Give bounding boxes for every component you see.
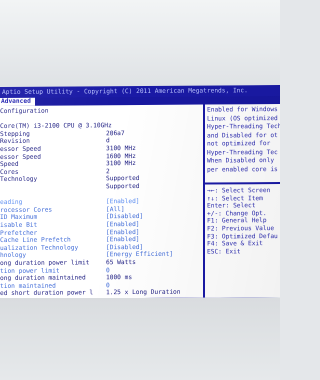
settings-panel: Configuration Core(TM) i3-2100 CPU @ 3.10… xyxy=(0,104,203,299)
photo-background-top xyxy=(0,0,280,86)
help-text-line: Hyper-Threading Tec xyxy=(207,148,278,157)
help-text-line: not optimized for xyxy=(207,140,271,148)
help-text-line: Linux (OS optimized xyxy=(207,114,278,123)
key-legend-line: ESC: Exit xyxy=(207,248,241,256)
help-panel: Enabled for Windows Linux (OS optimized Hy… xyxy=(205,104,280,298)
help-text-line: Enabled for Windows xyxy=(207,106,278,114)
photo-background-bottom xyxy=(0,298,280,380)
bios-screen: Aptio Setup Utility - Copyright (C) 2011… xyxy=(0,85,280,299)
setting-row: ed short duration power l 1.25 x Long Dur… xyxy=(0,289,203,298)
help-text-line: per enabled core is xyxy=(207,165,278,174)
help-text-line: When Disabled only xyxy=(207,157,275,165)
setting-value: 1.25 x Long Duration xyxy=(106,289,181,297)
help-text-line: and Disabled for ot xyxy=(207,131,278,140)
tab-advanced[interactable]: Advanced xyxy=(0,97,35,106)
help-text-line: Hyper-Threading Tech xyxy=(207,123,280,131)
